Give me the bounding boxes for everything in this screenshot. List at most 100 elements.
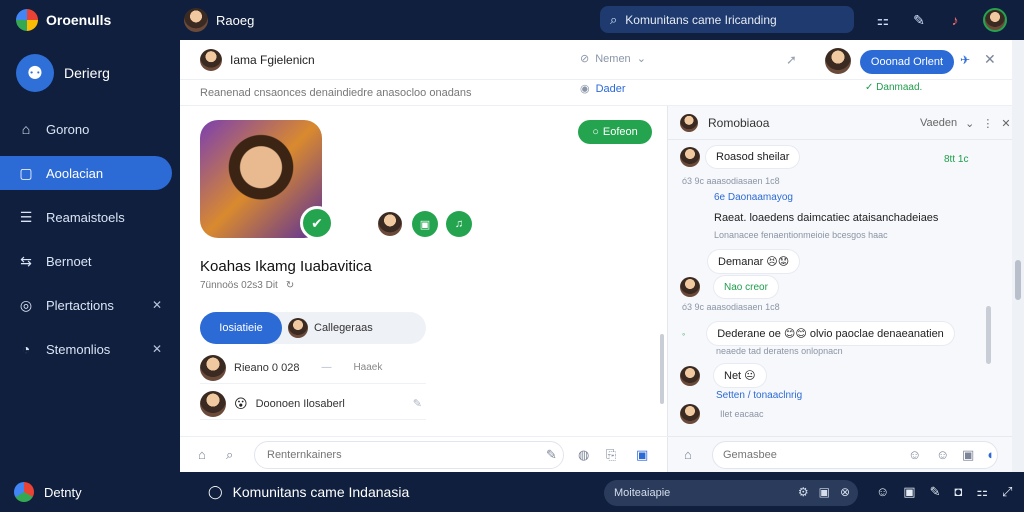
community-meta-text: 7ünnoös 02s3 Dit (200, 280, 278, 291)
chat-message[interactable]: Demanar 😣😟 (708, 250, 800, 273)
edit-icon[interactable]: ✎ (413, 397, 422, 410)
follow-button[interactable]: ○ Eofeon (578, 120, 652, 144)
expand-icon[interactable]: ⤢ (1002, 484, 1012, 500)
send-icon[interactable]: ➚ (786, 52, 797, 68)
send-icon[interactable]: ▣ (636, 447, 648, 463)
bell-icon[interactable]: ♪ (947, 12, 963, 28)
brand[interactable]: Oroenulls (0, 9, 180, 31)
sidebar-item-aoolacian[interactable]: ▢ Aoolacian (0, 156, 172, 190)
comment-input[interactable] (254, 441, 564, 469)
chevron-down-icon: ⌄ (636, 53, 646, 65)
profile-icon[interactable] (983, 8, 1007, 32)
sidebar-profile-name: Derierg (64, 65, 110, 81)
app-logo-icon (14, 482, 34, 502)
taskbar-app-name: Detnty (44, 484, 82, 500)
image-icon[interactable]: ▣ (412, 211, 438, 237)
pen-icon[interactable]: ✎ (911, 12, 927, 29)
sidebar-item-gorono[interactable]: ⌂ Gorono (0, 112, 172, 146)
window-scrollbar[interactable] (1012, 40, 1024, 472)
sidebar-item-reamaistoels[interactable]: ☰ Reamaistoels (0, 200, 172, 234)
message-bubble: Dederane oe 😊😊 olvio paoclae denaeanatie… (707, 322, 954, 345)
scrollbar[interactable] (986, 306, 991, 364)
home-icon[interactable]: ⌂ (684, 447, 692, 462)
taskbar-title-text: Komunitans came Indanasia (232, 484, 410, 500)
grid-icon[interactable]: ⚏ (976, 484, 988, 500)
sidebar-profile[interactable]: ⚉ Derierg (0, 40, 180, 112)
top-search-input[interactable]: ⌕ Komunitans came Iricanding (600, 6, 854, 33)
sidebar-item-plertactions[interactable]: ◎ Plertactions ✕ (0, 288, 172, 322)
taskbar-title[interactable]: ◯ Komunitans came Indanasia (208, 484, 409, 500)
top-user[interactable]: Raoeg (184, 8, 254, 32)
taskbar-search-input[interactable]: Moiteaiapie ⚙ ▣ ⊗ (604, 480, 858, 506)
user-icon: ⚉ (16, 54, 54, 92)
camera-icon[interactable]: ◘ (954, 484, 962, 500)
close-icon[interactable]: ✕ (1001, 117, 1010, 130)
dot-icon: ◦ (682, 328, 686, 339)
pen-icon[interactable]: ✎ (546, 447, 557, 463)
home-icon[interactable]: ⌂ (198, 447, 206, 462)
sidebar-item-bernoet[interactable]: ⇆ Bernoet (0, 244, 172, 278)
close-icon[interactable]: ⊗ (840, 485, 850, 499)
music-icon[interactable]: ♫ (446, 211, 472, 237)
smile-icon[interactable]: ☺ (936, 447, 949, 462)
pin-icon[interactable]: ✈ (960, 53, 970, 67)
refresh-icon[interactable]: ↻ (286, 280, 294, 291)
detail-link[interactable]: ◉ Dader (580, 82, 626, 96)
tab-iosiatieie[interactable]: Iosiatieie (200, 312, 282, 344)
message-meta: ó3 9c aaasodiasaen 1c8 (682, 176, 780, 186)
window-icon[interactable]: ▣ (903, 484, 915, 500)
member-select[interactable]: ⊘ Nemen ⌄ (580, 52, 646, 66)
verified-icon: ✔ (300, 206, 334, 240)
close-icon[interactable]: ✕ (984, 51, 996, 68)
top-user-name: Raoeg (216, 12, 255, 28)
list-item[interactable]: 😮 Doonoen Ilosaberl ✎ (200, 388, 426, 420)
search-icon[interactable]: ⌕ (226, 447, 233, 463)
window-icon: ▢ (19, 164, 33, 181)
chat-sort-label: Vaeden (920, 117, 958, 129)
top-icons: ⚏ ✎ ♪ (875, 8, 1007, 32)
more-icon[interactable]: ⋮ (982, 117, 993, 130)
image-icon[interactable]: ▣ (962, 447, 974, 463)
mic-icon[interactable]: ◖ (986, 447, 994, 462)
chat-message[interactable]: Net 😐 (680, 364, 766, 387)
smile-icon[interactable]: ☺ (876, 484, 889, 500)
chat-sort[interactable]: Vaeden ⌄ ⋮ ✕ (920, 117, 1011, 130)
emoji-icon[interactable]: ☺ (908, 447, 921, 462)
message-text: Roasod sheilar (716, 151, 790, 163)
tab-callegeraas[interactable]: Callegeraas (282, 318, 373, 338)
taskbar-search-icons: ⚙ ▣ ⊗ (798, 485, 850, 499)
top-search-text: Komunitans came Iricanding (625, 12, 777, 27)
scrollbar[interactable] (660, 334, 664, 404)
sticker-icon[interactable]: ◍ (578, 447, 589, 463)
scrollbar-thumb[interactable] (1015, 260, 1021, 300)
close-icon[interactable]: ✕ (152, 342, 162, 356)
taskbar-app[interactable]: Detnty (14, 482, 82, 502)
edit-icon[interactable]: ✎ (930, 484, 941, 500)
emoji-icon: 😮 (234, 395, 248, 411)
gear-icon[interactable]: ⚙ (798, 485, 809, 499)
avatar[interactable] (825, 48, 851, 74)
chat-message[interactable]: Roasod sheilar (680, 146, 800, 168)
avatar[interactable] (376, 210, 404, 238)
chat-input[interactable] (712, 441, 998, 469)
close-icon[interactable]: ✕ (152, 298, 162, 312)
sidebar-item-stemonlios[interactable]: ◔ Stemonlios ✕ (0, 332, 172, 366)
detail-link-label: Dader (595, 82, 626, 95)
avatar (288, 318, 308, 338)
comment-bar: ⌂ ⌕ ✎ ◍ ⎘ ▣ (180, 436, 668, 472)
member-select-value: Nemen (595, 52, 631, 65)
list-item[interactable]: Rieano 0 028 — Haaek (200, 352, 426, 384)
chat-message[interactable]: Ilet eacaac (680, 404, 764, 424)
member-icons: ▣ ♫ (376, 210, 472, 238)
grid-icon[interactable]: ⚏ (875, 12, 891, 29)
attach-icon[interactable]: ⎘ (606, 447, 616, 463)
message-link[interactable]: Setten / tonaaclnrig (716, 390, 802, 401)
target-icon: ◎ (19, 296, 33, 313)
chat-message[interactable]: ◦ Dederane oe 😊😊 olvio paoclae denaeanat… (682, 322, 954, 345)
image-icon[interactable]: ▣ (819, 485, 830, 499)
chat-message[interactable]: Nao creor (680, 276, 778, 298)
status-badge: ✓ Danmaad. (865, 82, 922, 93)
join-button[interactable]: Ooonad Orlent (860, 50, 954, 74)
message-link[interactable]: 6e Daonaamayog (714, 192, 793, 203)
dash-icon: — (321, 362, 332, 373)
